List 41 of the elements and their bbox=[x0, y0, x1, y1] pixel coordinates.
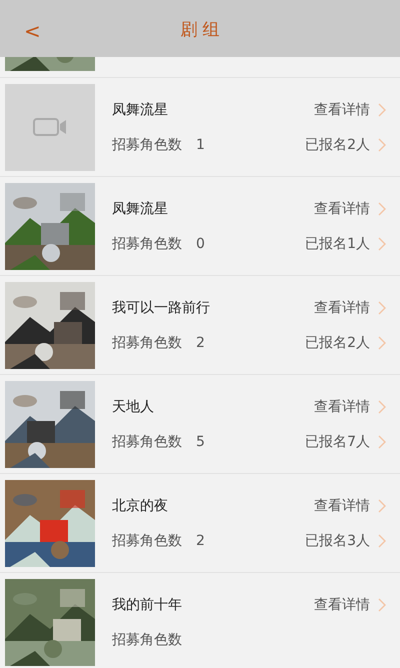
role-count: 2 bbox=[196, 532, 206, 548]
signup-link[interactable]: 已报名2人 bbox=[305, 136, 386, 154]
signup-link[interactable]: 已报名1人 bbox=[305, 234, 386, 252]
signup-link[interactable]: 已报名7人 bbox=[305, 432, 386, 450]
role-count-label: 招募角色数 bbox=[112, 234, 182, 252]
chevron-icon bbox=[378, 202, 386, 216]
role-count-label: 招募角色数 bbox=[112, 532, 182, 550]
chevron-icon bbox=[378, 300, 386, 314]
project-title: 凤舞流星 bbox=[112, 200, 169, 218]
details-link[interactable]: 查看详情 bbox=[314, 398, 386, 416]
role-count-label: 招募角色数 bbox=[112, 334, 182, 352]
role-count: 2 bbox=[196, 334, 206, 350]
signup-link[interactable]: 已报名3人 bbox=[305, 532, 386, 550]
chevron-icon bbox=[378, 236, 386, 250]
logo-icon bbox=[33, 116, 67, 138]
chevron-icon bbox=[378, 534, 386, 548]
chevron-icon bbox=[378, 434, 386, 448]
page-title: 剧 组 bbox=[180, 20, 220, 40]
role-count-label: 招募角色数 bbox=[112, 136, 182, 154]
chevron-icon bbox=[378, 336, 386, 350]
chevron-icon bbox=[378, 400, 386, 414]
project-title: 北京的夜 bbox=[112, 496, 169, 514]
project-title: 我的前十年 bbox=[112, 596, 183, 614]
details-link[interactable]: 查看详情 bbox=[314, 100, 386, 118]
role-count: 1 bbox=[196, 136, 206, 152]
project-title: 凤舞流星 bbox=[112, 100, 169, 118]
role-count-label: 招募角色数 bbox=[112, 630, 182, 648]
details-link[interactable]: 查看详情 bbox=[314, 298, 386, 316]
chevron-icon bbox=[378, 138, 386, 152]
chevron-icon bbox=[378, 498, 386, 512]
project-title: 天地人 bbox=[112, 398, 155, 416]
role-count: 0 bbox=[196, 236, 206, 252]
chevron-icon bbox=[378, 598, 386, 612]
role-count: 5 bbox=[196, 434, 206, 450]
signup-link[interactable]: 已报名2人 bbox=[305, 334, 386, 352]
chevron-icon bbox=[378, 102, 386, 116]
project-title: 我可以一路前行 bbox=[112, 298, 211, 316]
details-link[interactable]: 查看详情 bbox=[314, 496, 386, 514]
details-link[interactable]: 查看详情 bbox=[314, 596, 386, 614]
role-count-label: 招募角色数 bbox=[112, 432, 182, 450]
details-link[interactable]: 查看详情 bbox=[314, 200, 386, 218]
